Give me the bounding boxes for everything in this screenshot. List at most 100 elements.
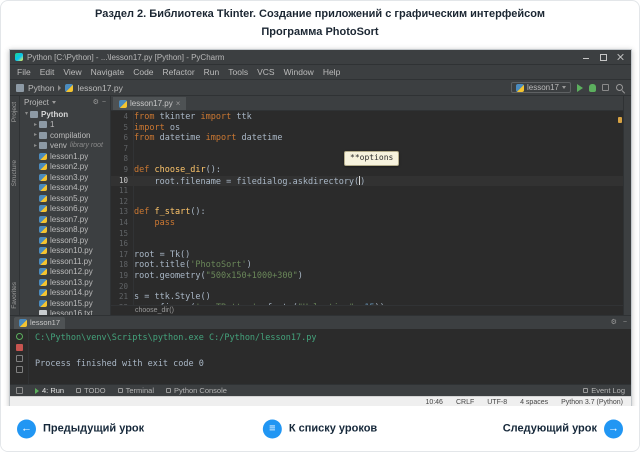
code-line-9[interactable]: 9def choose_dir(): — [111, 165, 623, 176]
run-toolbar-icon[interactable] — [16, 366, 23, 373]
code-line-10[interactable]: 10 root.filename = filedialog.askdirecto… — [111, 176, 623, 187]
code-line-4[interactable]: 4from tkinter import ttk — [111, 112, 623, 123]
code-line-19[interactable]: 19root.geometry("500x150+1000+300") — [111, 271, 623, 282]
close-icon[interactable]: × — [176, 100, 181, 108]
toolwindow-button-python-console[interactable]: Python Console — [166, 386, 227, 395]
code-line-6[interactable]: 6from datetime import datetime — [111, 133, 623, 144]
menu-window[interactable]: Window — [284, 67, 314, 77]
code-line-20[interactable]: 20 — [111, 282, 623, 293]
status-python-3-7-python[interactable]: Python 3.7 (Python) — [561, 399, 623, 406]
code-token: s = ttk.Style() — [134, 292, 211, 302]
status-crlf[interactable]: CRLF — [456, 399, 474, 406]
run-config-select[interactable]: lesson17 — [511, 82, 571, 93]
tree-item-lesson9-py[interactable]: lesson9.py — [20, 235, 110, 246]
code-line-11[interactable]: 11 — [111, 186, 623, 197]
status-10-46[interactable]: 10:46 — [425, 399, 443, 406]
run-button[interactable] — [577, 84, 583, 92]
previous-lesson-button[interactable]: ← Предыдущий урок — [17, 419, 144, 438]
stop-icon[interactable] — [16, 344, 23, 351]
toolwindow-button-4-run[interactable]: 4: Run — [35, 386, 64, 395]
close-icon[interactable] — [616, 53, 624, 61]
tree-item-lesson7-py[interactable]: lesson7.py — [20, 214, 110, 225]
tree-item-lesson8-py[interactable]: lesson8.py — [20, 225, 110, 236]
menu-edit[interactable]: Edit — [40, 67, 55, 77]
menu-vcs[interactable]: VCS — [257, 67, 274, 77]
expand-icon[interactable]: ▾ — [23, 111, 30, 117]
toolwindow-project-label[interactable]: Project — [11, 102, 18, 122]
window-controls — [582, 53, 624, 61]
expand-icon[interactable]: ▸ — [32, 143, 39, 149]
breadcrumb-file[interactable]: lesson17.py — [77, 83, 122, 93]
chevron-down-icon — [52, 101, 56, 104]
tree-item-python[interactable]: ▾Python — [20, 109, 110, 120]
event-log-button[interactable]: Event Log — [583, 386, 625, 395]
tree-item-lesson3-py[interactable]: lesson3.py — [20, 172, 110, 183]
rerun-icon[interactable] — [16, 333, 23, 340]
run-toolbar-icon[interactable] — [16, 355, 23, 362]
code-line-16[interactable]: 16 — [111, 239, 623, 250]
code-token: def — [134, 165, 149, 175]
tree-item-1[interactable]: ▸1 — [20, 120, 110, 131]
expand-icon[interactable]: ▸ — [32, 132, 39, 138]
menu-run[interactable]: Run — [204, 67, 220, 77]
tree-item-lesson5-py[interactable]: lesson5.py — [20, 193, 110, 204]
toolwindow-switcher-icon[interactable] — [16, 387, 23, 394]
toolwindow-favorites-label[interactable]: Favorites — [11, 282, 18, 309]
tree-item-lesson12-py[interactable]: lesson12.py — [20, 267, 110, 278]
code-line-22[interactable]: 22s.configure('my.TButton', font=("Helve… — [111, 303, 623, 305]
code-line-17[interactable]: 17root = Tk() — [111, 250, 623, 261]
menu-view[interactable]: View — [63, 67, 81, 77]
next-lesson-button[interactable]: Следующий урок → — [503, 419, 623, 438]
expand-icon[interactable]: ▸ — [32, 122, 39, 128]
python-file-icon — [39, 184, 47, 191]
code-line-5[interactable]: 5import os — [111, 123, 623, 134]
tree-item-lesson4-py[interactable]: lesson4.py — [20, 183, 110, 194]
search-icon[interactable] — [615, 83, 625, 93]
line-number: 13 — [111, 207, 134, 218]
tree-item-lesson6-py[interactable]: lesson6.py — [20, 204, 110, 215]
coverage-icon[interactable] — [602, 84, 609, 91]
tree-item-lesson2-py[interactable]: lesson2.py — [20, 162, 110, 173]
lesson-list-button[interactable]: ≡ К списку уроков — [263, 419, 377, 438]
collapse-icon[interactable]: − — [623, 319, 627, 326]
debug-button[interactable] — [589, 84, 596, 92]
breadcrumb-project[interactable]: Python — [28, 83, 54, 93]
code-editor[interactable]: 4from tkinter import ttk5import os6from … — [111, 111, 623, 305]
run-tab[interactable]: lesson17 — [14, 317, 65, 329]
tree-item-lesson13-py[interactable]: lesson13.py — [20, 277, 110, 288]
minimize-icon[interactable] — [582, 53, 590, 61]
tree-item-lesson10-py[interactable]: lesson10.py — [20, 246, 110, 257]
gear-icon[interactable]: ⚙ — [93, 99, 99, 106]
run-console[interactable]: C:\Python\venv\Scripts\python.exe C:/Pyt… — [29, 329, 631, 384]
breadcrumb-function[interactable]: choose_dir() — [135, 307, 174, 314]
tree-item-lesson11-py[interactable]: lesson11.py — [20, 256, 110, 267]
tree-item-lesson14-py[interactable]: lesson14.py — [20, 288, 110, 299]
menu-tools[interactable]: Tools — [228, 67, 248, 77]
tree-item-compilation[interactable]: ▸compilation — [20, 130, 110, 141]
code-line-14[interactable]: 14 pass — [111, 218, 623, 229]
code-line-15[interactable]: 15 — [111, 229, 623, 240]
collapse-icon[interactable]: − — [102, 99, 106, 106]
window-titlebar[interactable]: Python [C:\Python] - ...\lesson17.py [Py… — [10, 50, 631, 65]
status-4-spaces[interactable]: 4 spaces — [520, 399, 548, 406]
menu-file[interactable]: File — [17, 67, 31, 77]
tab-lesson17[interactable]: lesson17.py × — [113, 97, 186, 110]
tree-item-venv[interactable]: ▸venvlibrary root — [20, 141, 110, 152]
tree-item-lesson1-py[interactable]: lesson1.py — [20, 151, 110, 162]
status-utf-8[interactable]: UTF-8 — [487, 399, 507, 406]
gear-icon[interactable]: ⚙ — [611, 319, 617, 326]
toolwindow-button-todo[interactable]: TODO — [76, 386, 106, 395]
toolwindow-structure-label[interactable]: Structure — [11, 160, 18, 186]
menu-code[interactable]: Code — [133, 67, 153, 77]
code-line-18[interactable]: 18root.title('PhotoSort') — [111, 260, 623, 271]
tree-item-lesson15-py[interactable]: lesson15.py — [20, 298, 110, 309]
maximize-icon[interactable] — [599, 53, 607, 61]
code-line-13[interactable]: 13def f_start(): — [111, 207, 623, 218]
code-line-12[interactable]: 12 — [111, 197, 623, 208]
menu-navigate[interactable]: Navigate — [91, 67, 125, 77]
toolwindow-button-terminal[interactable]: Terminal — [118, 386, 154, 395]
menu-help[interactable]: Help — [323, 67, 340, 77]
project-panel-header[interactable]: Project ⚙ − — [20, 96, 110, 109]
menu-refactor[interactable]: Refactor — [163, 67, 195, 77]
code-line-21[interactable]: 21s = ttk.Style() — [111, 292, 623, 303]
